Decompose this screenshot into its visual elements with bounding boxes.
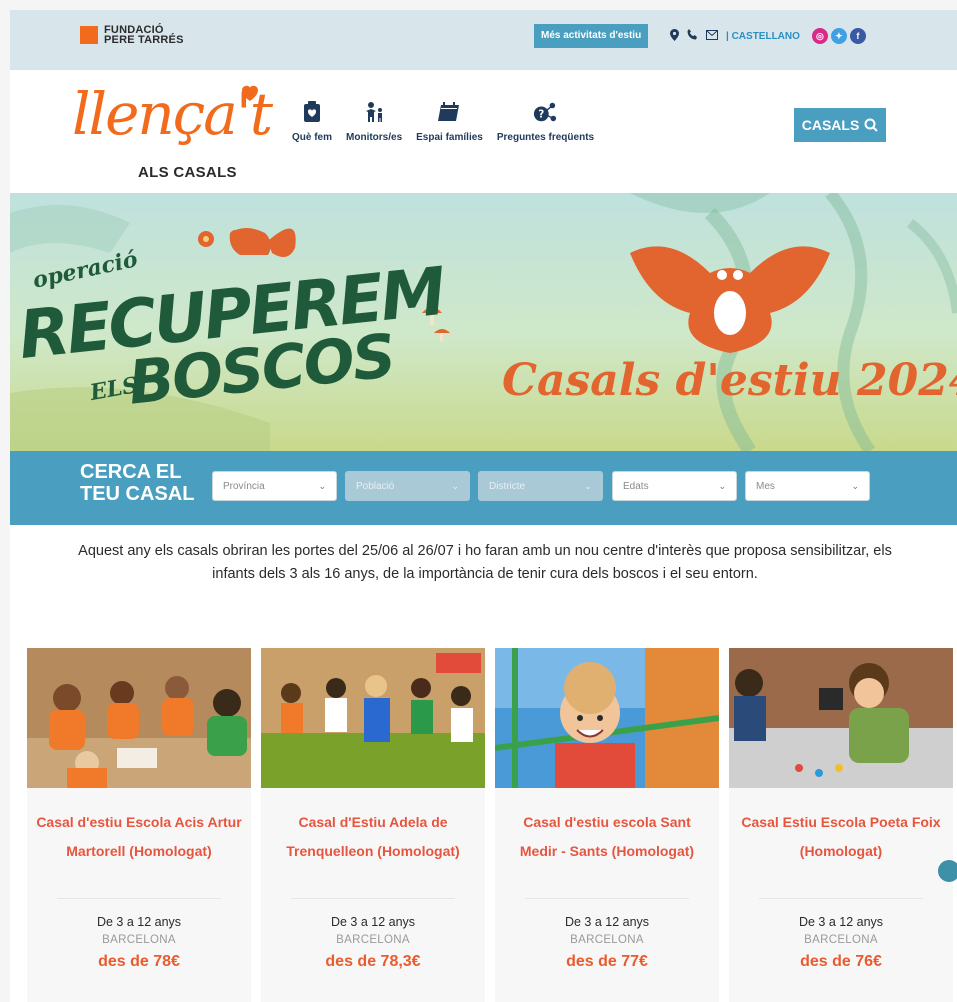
casal-city: BARCELONA [102,934,176,946]
casal-photo[interactable] [27,648,251,788]
casal-age-range: De 3 a 12 anys [96,915,182,929]
search-title: CERCA EL TEU CASAL [80,461,194,505]
casal-photo[interactable] [729,648,953,788]
heart-accent-icon [242,85,258,101]
select-value: Mes [756,480,775,492]
select-value: Província [223,480,265,492]
main-header: llença't ALS CASALS Què fem Monitors/es [10,70,957,193]
share-question-icon: ? [533,100,557,124]
heart-box-icon [300,100,324,124]
casal-city: BARCELONA [336,934,410,946]
location-pin-icon[interactable] [670,28,679,44]
svg-text:?: ? [539,110,545,121]
page-frame: FUNDACIÓ PERE TARRÉS Més activitats d'es… [10,10,957,1002]
casals-search-button[interactable]: CASALS [794,108,886,142]
casal-city: BARCELONA [804,934,878,946]
divider [57,898,221,899]
edats-select[interactable]: Edats ⌄ [612,471,737,501]
carousel-next-button[interactable] [938,860,957,882]
casal-age-range: De 3 a 12 anys [330,915,416,929]
twitter-icon[interactable]: ✦ [830,28,847,44]
nav-item-monitors[interactable]: Monitors/es [346,100,402,143]
nav-label: Preguntes freqüents [496,132,595,143]
social-links: ◎ ✦ f [811,28,866,44]
nav-label: Monitors/es [346,132,403,143]
brand-subtitle: ALS CASALS [138,164,237,181]
divider [291,898,455,899]
chevron-down-icon: ⌄ [318,480,326,491]
people-icon [362,100,386,124]
search-icon [864,118,878,132]
logo-square [80,26,98,44]
casal-title[interactable]: Casal d'estiu Escola Acis Artur Martorel… [35,808,243,866]
select-value: Població [356,480,395,492]
districte-select[interactable]: Districte ⌄ [478,471,603,501]
search-bar: CERCA EL TEU CASAL Província ⌄ Població ⌄ … [10,451,957,525]
more-activities-button[interactable]: Més activitats d'estiu [534,24,649,48]
divider [525,898,689,899]
mes-select[interactable]: Mes ⌄ [745,471,870,501]
brand-logo[interactable]: llença't ALS CASALS [72,80,282,190]
casal-price: des de 78,3€ [325,953,421,970]
nav-item-preguntes[interactable]: ? Preguntes freqüents [497,100,594,143]
language-link[interactable]: | CASTELLANO [726,31,800,42]
chevron-down-icon: ⌄ [718,480,726,491]
casal-card[interactable]: Casal d'estiu Escola Acis Artur Martorel… [27,648,251,1002]
casal-photo[interactable] [495,648,719,788]
casal-title[interactable]: Casal d'Estiu Adela de Trenquelleon (Hom… [269,808,477,866]
casal-card[interactable]: Casal d'estiu escola Sant Medir - Sants … [495,648,719,1002]
email-icon[interactable] [706,29,718,43]
casal-age-range: De 3 a 12 anys [798,915,884,929]
nav-label: Espai famílies [416,132,483,143]
hero-tagline: Casals d'estiu 2024 [502,355,957,406]
casal-card[interactable]: Casal d'Estiu Adela de Trenquelleon (Hom… [261,648,485,1002]
nav-label: Què fem [292,132,333,143]
chevron-down-icon: ⌄ [851,480,859,491]
nav-item-espai-families[interactable]: Espai famílies [416,100,483,143]
casal-photo[interactable] [261,648,485,788]
main-nav: Què fem Monitors/es Espai famílies ? Pre… [292,100,594,143]
chevron-down-icon: ⌄ [451,480,459,491]
chevron-down-icon: ⌄ [584,480,592,491]
casal-card[interactable]: Casal Estiu Escola Poeta Foix (Homologat… [729,648,953,1002]
provincia-select[interactable]: Província ⌄ [212,471,337,501]
search-title-line-2: TEU CASAL [80,483,195,505]
casal-city: BARCELONA [570,934,644,946]
casal-price: des de 77€ [566,953,648,970]
casal-price: des de 78€ [98,953,180,970]
casal-age-range: De 3 a 12 anys [564,915,650,929]
calendar-icon [437,100,461,124]
fundacio-logo[interactable]: FUNDACIÓ PERE TARRÉS [80,25,184,46]
top-bar: FUNDACIÓ PERE TARRÉS Més activitats d'es… [10,10,957,70]
phone-icon[interactable] [687,29,698,43]
divider [759,898,923,899]
poblacio-select[interactable]: Població ⌄ [345,471,470,501]
casals-button-label: CASALS [801,117,860,133]
casal-price: des de 76€ [800,953,882,970]
intro-text: Aquest any els casals obriran les portes… [78,543,892,582]
select-value: Districte [489,480,526,492]
logo-line-2: PERE TARRÉS [104,34,184,46]
hero-banner: operació RECUPEREM ELS BOSCOS Casals d'e… [10,193,957,451]
facebook-icon[interactable]: f [849,28,866,44]
search-title-line-1: CERCA EL [80,461,182,483]
nav-item-que-fem[interactable]: Què fem [292,100,332,143]
top-contact-icons: | CASTELLANO ◎ ✦ f [670,28,866,44]
select-value: Edats [623,480,649,492]
instagram-icon[interactable]: ◎ [811,28,828,44]
casal-title[interactable]: Casal d'estiu escola Sant Medir - Sants … [503,808,711,866]
casal-title[interactable]: Casal Estiu Escola Poeta Foix (Homologat… [737,808,945,866]
casal-cards: Casal d'estiu Escola Acis Artur Martorel… [27,648,953,1002]
